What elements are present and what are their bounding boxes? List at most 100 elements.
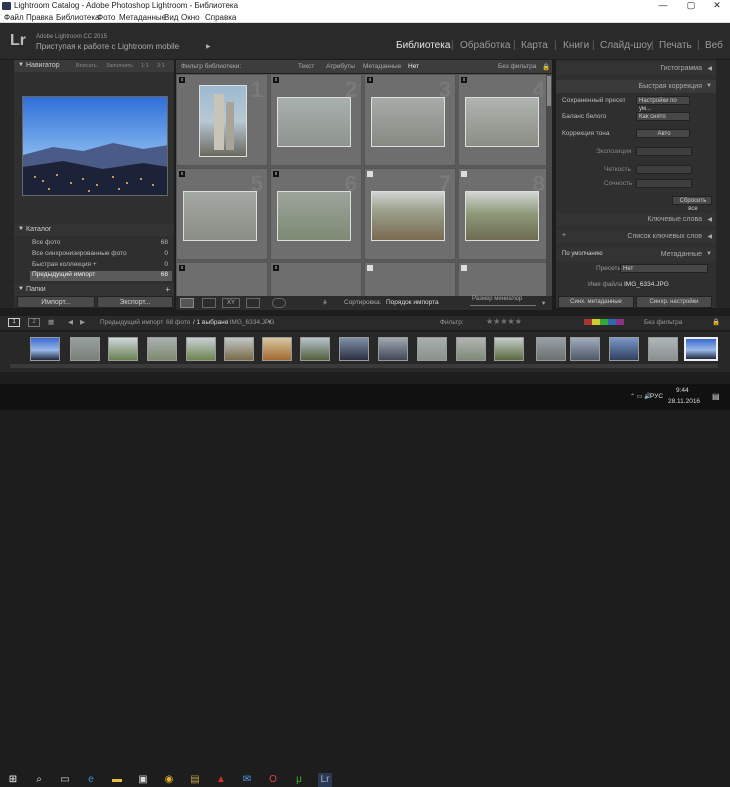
- app-icon[interactable]: ▤: [188, 773, 202, 787]
- navigator-header[interactable]: ▼ Навигатор Вписать Заполнить 1:1 3:1: [14, 60, 174, 72]
- back-arrow-icon[interactable]: ◀: [68, 318, 73, 326]
- menu-edit[interactable]: Правка: [26, 13, 53, 22]
- module-web[interactable]: Веб: [705, 40, 723, 51]
- people-view-icon[interactable]: [272, 298, 286, 308]
- folders-header[interactable]: ▼ Папки +: [14, 284, 174, 296]
- utorrent-icon[interactable]: μ: [292, 773, 306, 787]
- grid-icon[interactable]: ▦: [48, 318, 54, 326]
- lightroom-task-icon[interactable]: Lr: [318, 773, 332, 787]
- grid-cell[interactable]: x: [176, 262, 268, 296]
- filmstrip-scrollbar[interactable]: [10, 364, 718, 368]
- language-indicator[interactable]: РУС: [650, 393, 663, 400]
- minimize-button[interactable]: —: [652, 0, 674, 10]
- sync-metadata-button[interactable]: Синх. метаданные: [558, 296, 634, 308]
- filmstrip-thumb[interactable]: [108, 337, 138, 361]
- filter-preset[interactable]: Без фильтра: [498, 63, 536, 70]
- forward-arrow-icon[interactable]: ▶: [80, 318, 85, 326]
- white-balance-select[interactable]: Как снято: [636, 112, 690, 121]
- grid-cell[interactable]: [364, 262, 456, 296]
- histogram-header[interactable]: Гистограмма ◀: [556, 62, 716, 75]
- catalog-synced[interactable]: Все синхронизированные фото 0: [30, 250, 172, 260]
- explorer-icon[interactable]: ▬: [110, 773, 124, 787]
- survey-view-icon[interactable]: [246, 298, 260, 308]
- filmstrip-thumb[interactable]: [456, 337, 486, 361]
- filmstrip-thumb[interactable]: [186, 337, 216, 361]
- sync-settings-button[interactable]: Синхр. настройки: [636, 296, 712, 308]
- grid-cell[interactable]: [458, 262, 550, 296]
- add-folder-icon[interactable]: +: [165, 285, 170, 294]
- filmstrip-thumb[interactable]: [570, 337, 600, 361]
- reset-all-button[interactable]: Сбросить все: [672, 196, 712, 212]
- catalog-previous-import[interactable]: Предыдущий импорт 68: [30, 271, 172, 281]
- store-icon[interactable]: ▣: [136, 773, 150, 787]
- keywording-header[interactable]: Ключевые слова ◀: [556, 213, 716, 226]
- auto-tone-button[interactable]: Авто: [636, 129, 690, 138]
- filmstrip-thumb[interactable]: [648, 337, 678, 361]
- flag-icon[interactable]: x: [273, 77, 279, 83]
- metadata-header[interactable]: По умолчанию Метаданные ▼: [556, 248, 716, 261]
- notifications-icon[interactable]: ▤: [712, 392, 720, 401]
- flag-icon[interactable]: [367, 265, 373, 271]
- filmstrip-thumb[interactable]: [224, 337, 254, 361]
- flag-icon[interactable]: [367, 171, 373, 177]
- chrome-icon[interactable]: ◉: [162, 773, 176, 787]
- play-icon[interactable]: ▶: [206, 43, 211, 50]
- filmstrip-thumb-selected[interactable]: [684, 337, 718, 361]
- flag-icon[interactable]: x: [367, 77, 373, 83]
- maximize-button[interactable]: ▢: [680, 0, 702, 11]
- filter-text[interactable]: Текст: [298, 63, 314, 70]
- menu-view[interactable]: Вид: [164, 13, 178, 22]
- thumbnail-size-slider[interactable]: [470, 305, 536, 306]
- menu-window[interactable]: Окно: [181, 13, 200, 22]
- filmstrip-thumb[interactable]: [300, 337, 330, 361]
- flag-icon[interactable]: x: [179, 265, 185, 271]
- module-slideshow[interactable]: Слайд-шоу: [600, 40, 652, 51]
- filmstrip-thumb[interactable]: [339, 337, 369, 361]
- grid-view-icon[interactable]: [180, 298, 194, 308]
- presets-select[interactable]: Нет: [620, 264, 708, 273]
- nav-1to1[interactable]: 1:1: [141, 63, 149, 69]
- filter-attributes[interactable]: Атрибуты: [326, 63, 355, 70]
- menu-library[interactable]: Библиотека: [56, 13, 100, 22]
- metadata-preset-select[interactable]: По умолчанию: [560, 250, 618, 259]
- grid-cell[interactable]: 5x: [176, 168, 268, 260]
- filmstrip-thumb[interactable]: [494, 337, 524, 361]
- menu-metadata[interactable]: Метаданные: [119, 13, 166, 22]
- nav-fill[interactable]: Заполнить: [106, 63, 133, 69]
- flag-icon[interactable]: [461, 171, 467, 177]
- import-button[interactable]: Импорт...: [17, 296, 95, 308]
- window-1-button[interactable]: 1: [8, 318, 20, 327]
- nav-3to1[interactable]: 3:1: [157, 63, 165, 69]
- filmstrip-thumb[interactable]: [70, 337, 100, 361]
- opera-icon[interactable]: O: [266, 773, 280, 787]
- filmstrip-thumb[interactable]: [609, 337, 639, 361]
- color-label-filter[interactable]: [584, 319, 624, 325]
- grid-cell[interactable]: 7: [364, 168, 456, 260]
- catalog-all-photos[interactable]: Все фото 68: [30, 239, 172, 249]
- keyword-list-header[interactable]: + Список ключевых слов ◀: [556, 230, 716, 243]
- clock-date[interactable]: 28.11.2016: [668, 398, 700, 405]
- grid-cell[interactable]: 1x: [176, 74, 268, 166]
- compare-view-icon[interactable]: XY: [222, 298, 240, 308]
- sort-order-select[interactable]: Порядок импорта: [386, 299, 439, 306]
- menu-file[interactable]: Файл: [4, 13, 24, 22]
- flag-icon[interactable]: [461, 265, 467, 271]
- menu-help[interactable]: Справка: [205, 13, 236, 22]
- loupe-view-icon[interactable]: [202, 298, 216, 308]
- flag-icon[interactable]: x: [461, 77, 467, 83]
- filmstrip-thumb[interactable]: [147, 337, 177, 361]
- grid-cell[interactable]: 8: [458, 168, 550, 260]
- export-button[interactable]: Экспорт...: [97, 296, 173, 308]
- nav-fit[interactable]: Вписать: [76, 63, 97, 69]
- module-library[interactable]: Библиотека: [396, 40, 450, 51]
- mail-icon[interactable]: ✉: [240, 773, 254, 787]
- clock-time[interactable]: 9:44: [676, 387, 689, 394]
- tray-icons[interactable]: ⌃ ▭ 🔊: [630, 393, 652, 400]
- catalog-quick-collection[interactable]: Быстрая коллекция +0: [30, 261, 172, 271]
- start-icon[interactable]: ⊞: [6, 773, 20, 787]
- filter-metadata[interactable]: Метаданные: [363, 63, 401, 70]
- clarity-buttons[interactable]: [636, 165, 692, 174]
- vibrance-buttons[interactable]: [636, 179, 692, 188]
- module-print[interactable]: Печать: [659, 40, 692, 51]
- filmstrip-thumb[interactable]: [536, 337, 566, 361]
